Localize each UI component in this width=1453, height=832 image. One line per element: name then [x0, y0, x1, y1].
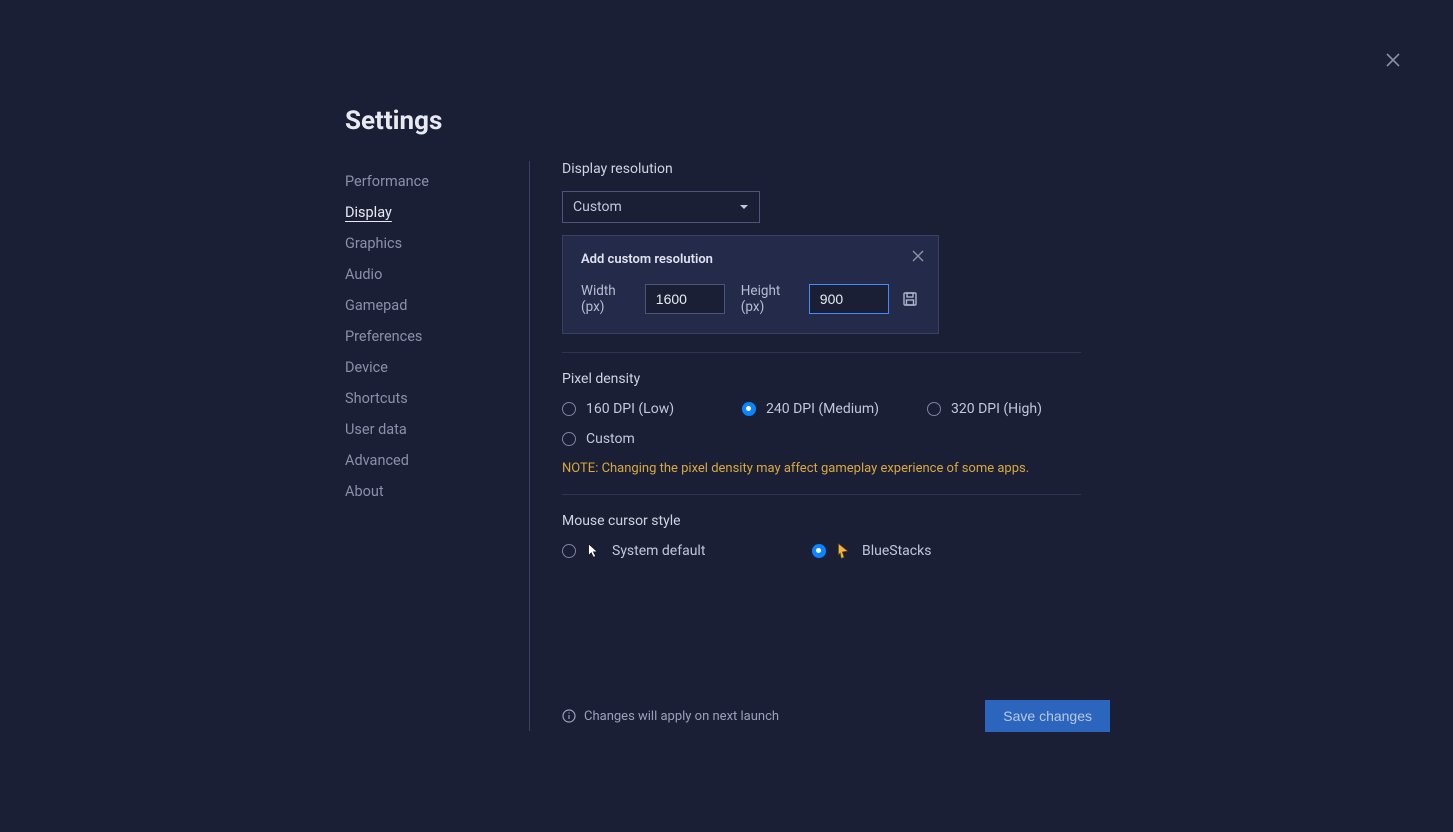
- cursor-bluestacks-icon: [836, 543, 852, 559]
- pixel-density-label: Pixel density: [562, 371, 1110, 387]
- sidebar-item-gamepad[interactable]: Gamepad: [345, 290, 529, 321]
- radio-icon: [562, 402, 576, 416]
- dpi-option-240[interactable]: 240 DPI (Medium): [742, 401, 927, 417]
- cursor-style-label: Mouse cursor style: [562, 513, 1110, 529]
- dpi-option-label: Custom: [586, 431, 635, 447]
- resolution-select-value: Custom: [573, 199, 622, 215]
- chevron-down-icon: [739, 202, 749, 212]
- display-settings-panel: Display resolution Custom Add custom res…: [562, 161, 1110, 559]
- cursor-option-label: BlueStacks: [862, 543, 931, 559]
- sidebar-item-audio[interactable]: Audio: [345, 259, 529, 290]
- radio-icon: [812, 544, 826, 558]
- resolution-label: Display resolution: [562, 161, 1110, 177]
- cursor-option-label: System default: [612, 543, 705, 559]
- dpi-option-label: 320 DPI (High): [951, 401, 1042, 417]
- close-icon[interactable]: [912, 250, 924, 262]
- section-divider: [562, 494, 1081, 495]
- radio-icon: [562, 544, 576, 558]
- width-label: Width (px): [581, 283, 635, 315]
- dpi-option-160[interactable]: 160 DPI (Low): [562, 401, 742, 417]
- resolution-select[interactable]: Custom: [562, 191, 760, 223]
- pixel-density-note: NOTE: Changing the pixel density may aff…: [562, 461, 1110, 476]
- dpi-option-320[interactable]: 320 DPI (High): [927, 401, 1077, 417]
- cursor-option-bluestacks[interactable]: BlueStacks: [812, 543, 1012, 559]
- pixel-density-options: 160 DPI (Low) 240 DPI (Medium) 320 DPI (…: [562, 401, 1110, 447]
- width-input[interactable]: [645, 284, 725, 314]
- sidebar-item-display[interactable]: Display: [345, 197, 529, 228]
- sidebar-item-graphics[interactable]: Graphics: [345, 228, 529, 259]
- cursor-option-system[interactable]: System default: [562, 543, 812, 559]
- sidebar-item-performance[interactable]: Performance: [345, 166, 529, 197]
- custom-resolution-title: Add custom resolution: [581, 252, 920, 267]
- sidebar-item-user-data[interactable]: User data: [345, 414, 529, 445]
- sidebar-item-advanced[interactable]: Advanced: [345, 445, 529, 476]
- height-label: Height (px): [741, 283, 799, 315]
- sidebar-item-shortcuts[interactable]: Shortcuts: [345, 383, 529, 414]
- custom-resolution-panel: Add custom resolution Width (px) Height …: [562, 235, 939, 334]
- section-divider: [562, 352, 1081, 353]
- sidebar-item-device[interactable]: Device: [345, 352, 529, 383]
- settings-footer: Changes will apply on next launch Save c…: [562, 700, 1110, 732]
- dpi-option-label: 240 DPI (Medium): [766, 401, 879, 417]
- save-resolution-icon[interactable]: [901, 288, 920, 310]
- cursor-style-options: System default BlueStacks: [562, 543, 1110, 559]
- sidebar-item-preferences[interactable]: Preferences: [345, 321, 529, 352]
- save-changes-button[interactable]: Save changes: [985, 700, 1110, 732]
- sidebar-divider: [529, 161, 530, 731]
- info-icon: [562, 709, 576, 723]
- radio-icon: [742, 402, 756, 416]
- settings-sidebar: Performance Display Graphics Audio Gamep…: [345, 166, 529, 507]
- page-title: Settings: [345, 106, 442, 136]
- height-input[interactable]: [809, 284, 889, 314]
- footer-note: Changes will apply on next launch: [584, 709, 779, 724]
- close-icon[interactable]: [1385, 52, 1401, 68]
- sidebar-item-about[interactable]: About: [345, 476, 529, 507]
- radio-icon: [562, 432, 576, 446]
- radio-icon: [927, 402, 941, 416]
- dpi-option-label: 160 DPI (Low): [586, 401, 674, 417]
- cursor-system-icon: [586, 543, 602, 559]
- dpi-option-custom[interactable]: Custom: [562, 431, 742, 447]
